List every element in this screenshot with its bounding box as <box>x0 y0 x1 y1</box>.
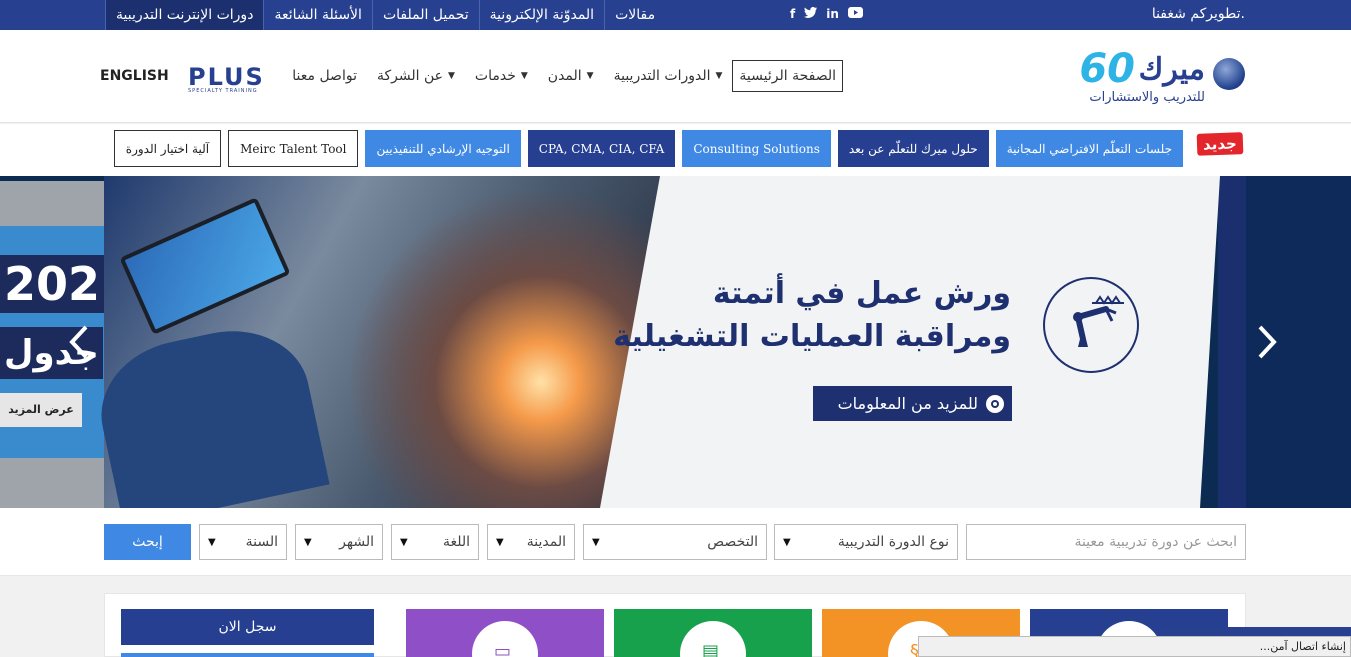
secondary-side-button[interactable] <box>121 653 374 657</box>
city-label: المدينة <box>526 534 566 550</box>
feature-card-purple[interactable]: ▭ <box>406 609 604 657</box>
register-now-button[interactable]: سجل الان <box>121 609 374 645</box>
remote-learning-button[interactable]: حلول ميرك للتعلّم عن بعد <box>837 130 989 167</box>
month-select[interactable]: ▼ الشهر <box>295 524 383 560</box>
document-icon: ▤ <box>702 641 720 657</box>
main-header: ميرك 60 للتدريب والاستشارات الصفحة الرئي… <box>0 30 1351 123</box>
top-link-faq[interactable]: الأسئلة الشائعة <box>263 0 372 30</box>
chat-widget-bar[interactable] <box>1160 627 1351 636</box>
main-nav: الصفحة الرئيسية الدورات التدريبية ▼ المدن… <box>282 60 843 92</box>
logo-subtitle: للتدريب والاستشارات <box>1089 90 1205 105</box>
nav-about-label: عن الشركة <box>376 68 443 84</box>
facebook-icon[interactable]: f <box>790 7 795 21</box>
consulting-solutions-button[interactable]: Consulting Solutions <box>682 130 831 167</box>
caret-down-icon: ▼ <box>400 536 408 548</box>
hero-slider: 2021 جدول عرض المزيد ورش عمل في أتمتة وم… <box>0 176 1351 508</box>
hero-title-line1: ورش عمل في أتمتة <box>712 276 1011 311</box>
twitter-icon[interactable] <box>804 7 818 21</box>
nav-home[interactable]: الصفحة الرئيسية <box>732 60 843 92</box>
course-type-select[interactable]: ▼ نوع الدورة التدريبية <box>774 524 958 560</box>
month-label: الشهر <box>339 534 374 550</box>
talent-tool-button[interactable]: Meirc Talent Tool <box>228 130 359 167</box>
logo-sixty: 60 <box>1079 46 1135 92</box>
search-button[interactable]: إبحث <box>104 524 191 560</box>
circle-arrow-icon <box>986 394 1004 413</box>
top-link-articles[interactable]: مقالات <box>604 0 665 30</box>
tagline: تطويركم شغفنا. <box>1151 6 1245 22</box>
robot-arm-icon <box>1043 277 1139 373</box>
year-label: السنة <box>245 534 278 550</box>
caret-down-icon: ▼ <box>496 536 504 548</box>
nav-home-label: الصفحة الرئيسية <box>739 68 836 84</box>
certifications-button[interactable]: CPA, CMA, CIA, CFA <box>527 130 676 167</box>
linkedin-icon[interactable]: in <box>826 7 839 21</box>
virtual-sessions-button[interactable]: جلسات التعلّم الافتراضي المجانية <box>995 130 1183 167</box>
peek-bottom-band <box>0 458 104 508</box>
status-bar: ...إنشاء اتصال آمن <box>918 636 1351 657</box>
language-label: اللغة <box>442 534 470 550</box>
nav-courses[interactable]: الدورات التدريبية ▼ <box>604 60 733 92</box>
nav-courses-label: الدورات التدريبية <box>613 68 711 84</box>
course-type-label: نوع الدورة التدريبية <box>837 534 949 550</box>
nav-services[interactable]: خدمات ▼ <box>465 60 538 92</box>
plus-logo[interactable]: PLUS SPECIALTY TRAINING <box>188 63 266 94</box>
course-search-bar: ابحث عن دورة تدريبية معينة ▼ نوع الدورة … <box>0 508 1351 576</box>
new-badge: جديد <box>1196 132 1244 156</box>
course-selection-button[interactable]: آلية اختيار الدورة <box>113 130 222 167</box>
city-select[interactable]: ▼ المدينة <box>487 524 575 560</box>
caret-down-icon: ▼ <box>586 71 594 81</box>
logo-name: ميرك <box>1138 52 1205 87</box>
caret-down-icon: ▼ <box>783 536 791 548</box>
hero-more-info-button[interactable]: للمزيد من المعلومات <box>813 386 1012 421</box>
nav-contact-label: تواصل معنا <box>292 68 357 84</box>
plus-logo-subtitle: SPECIALTY TRAINING <box>188 88 258 94</box>
nav-cities[interactable]: المدن ▼ <box>538 60 604 92</box>
search-placeholder: ابحث عن دورة تدريبية معينة <box>1074 534 1237 550</box>
nav-services-label: خدمات <box>474 68 516 84</box>
hero-cta-label: للمزيد من المعلومات <box>837 394 978 413</box>
caret-down-icon: ▼ <box>520 71 528 81</box>
peek-top-band <box>0 181 104 226</box>
social-links: f in <box>790 7 863 21</box>
specialization-select[interactable]: ▼ التخصص <box>583 524 767 560</box>
globe-icon <box>1213 58 1245 90</box>
caret-down-icon: ▼ <box>592 536 600 548</box>
top-link-downloads[interactable]: تحميل الملفات <box>371 0 479 30</box>
top-link-online-courses[interactable]: دورات الإنترنت التدريبية <box>105 0 264 30</box>
youtube-icon[interactable] <box>847 7 863 21</box>
course-search-input[interactable]: ابحث عن دورة تدريبية معينة <box>966 524 1246 560</box>
caret-down-icon: ▼ <box>304 536 312 548</box>
language-select[interactable]: ▼ اللغة <box>391 524 479 560</box>
language-switch[interactable]: ENGLISH <box>100 68 169 84</box>
nav-about[interactable]: عن الشركة ▼ <box>367 60 465 92</box>
peek-more-button[interactable]: عرض المزيد <box>0 393 82 427</box>
year-select[interactable]: ▼ السنة <box>199 524 287 560</box>
caret-down-icon: ▼ <box>208 536 216 548</box>
feature-card-green[interactable]: ▤ <box>614 609 812 657</box>
tag-icon: ▭ <box>494 641 512 657</box>
specialization-label: التخصص <box>707 534 758 550</box>
top-links: مقالات المدوّنة الإلكترونية تحميل الملفا… <box>105 0 665 30</box>
caret-down-icon: ▼ <box>715 71 723 81</box>
top-bar: تطويركم شغفنا. f in مقالات المدوّنة الإل… <box>0 0 1351 30</box>
slider-prev-arrow[interactable] <box>68 324 90 367</box>
site-logo[interactable]: ميرك 60 للتدريب والاستشارات <box>1069 44 1245 108</box>
nav-contact[interactable]: تواصل معنا <box>282 60 367 92</box>
quick-links-bar: جديد آلية اختيار الدورة Meirc Talent Too… <box>0 124 1351 176</box>
plus-logo-text: PLUS <box>188 63 265 91</box>
top-link-blog[interactable]: المدوّنة الإلكترونية <box>478 0 604 30</box>
nav-cities-label: المدن <box>547 68 582 84</box>
slider-next-arrow[interactable] <box>1256 324 1278 367</box>
quick-links: آلية اختيار الدورة Meirc Talent Tool الت… <box>113 130 1183 167</box>
caret-down-icon: ▼ <box>447 71 455 81</box>
executive-coaching-button[interactable]: التوجيه الإرشادي للتنفيذيين <box>365 130 521 167</box>
hero-title-line2: ومراقبة العمليات التشغيلية <box>613 319 1011 354</box>
